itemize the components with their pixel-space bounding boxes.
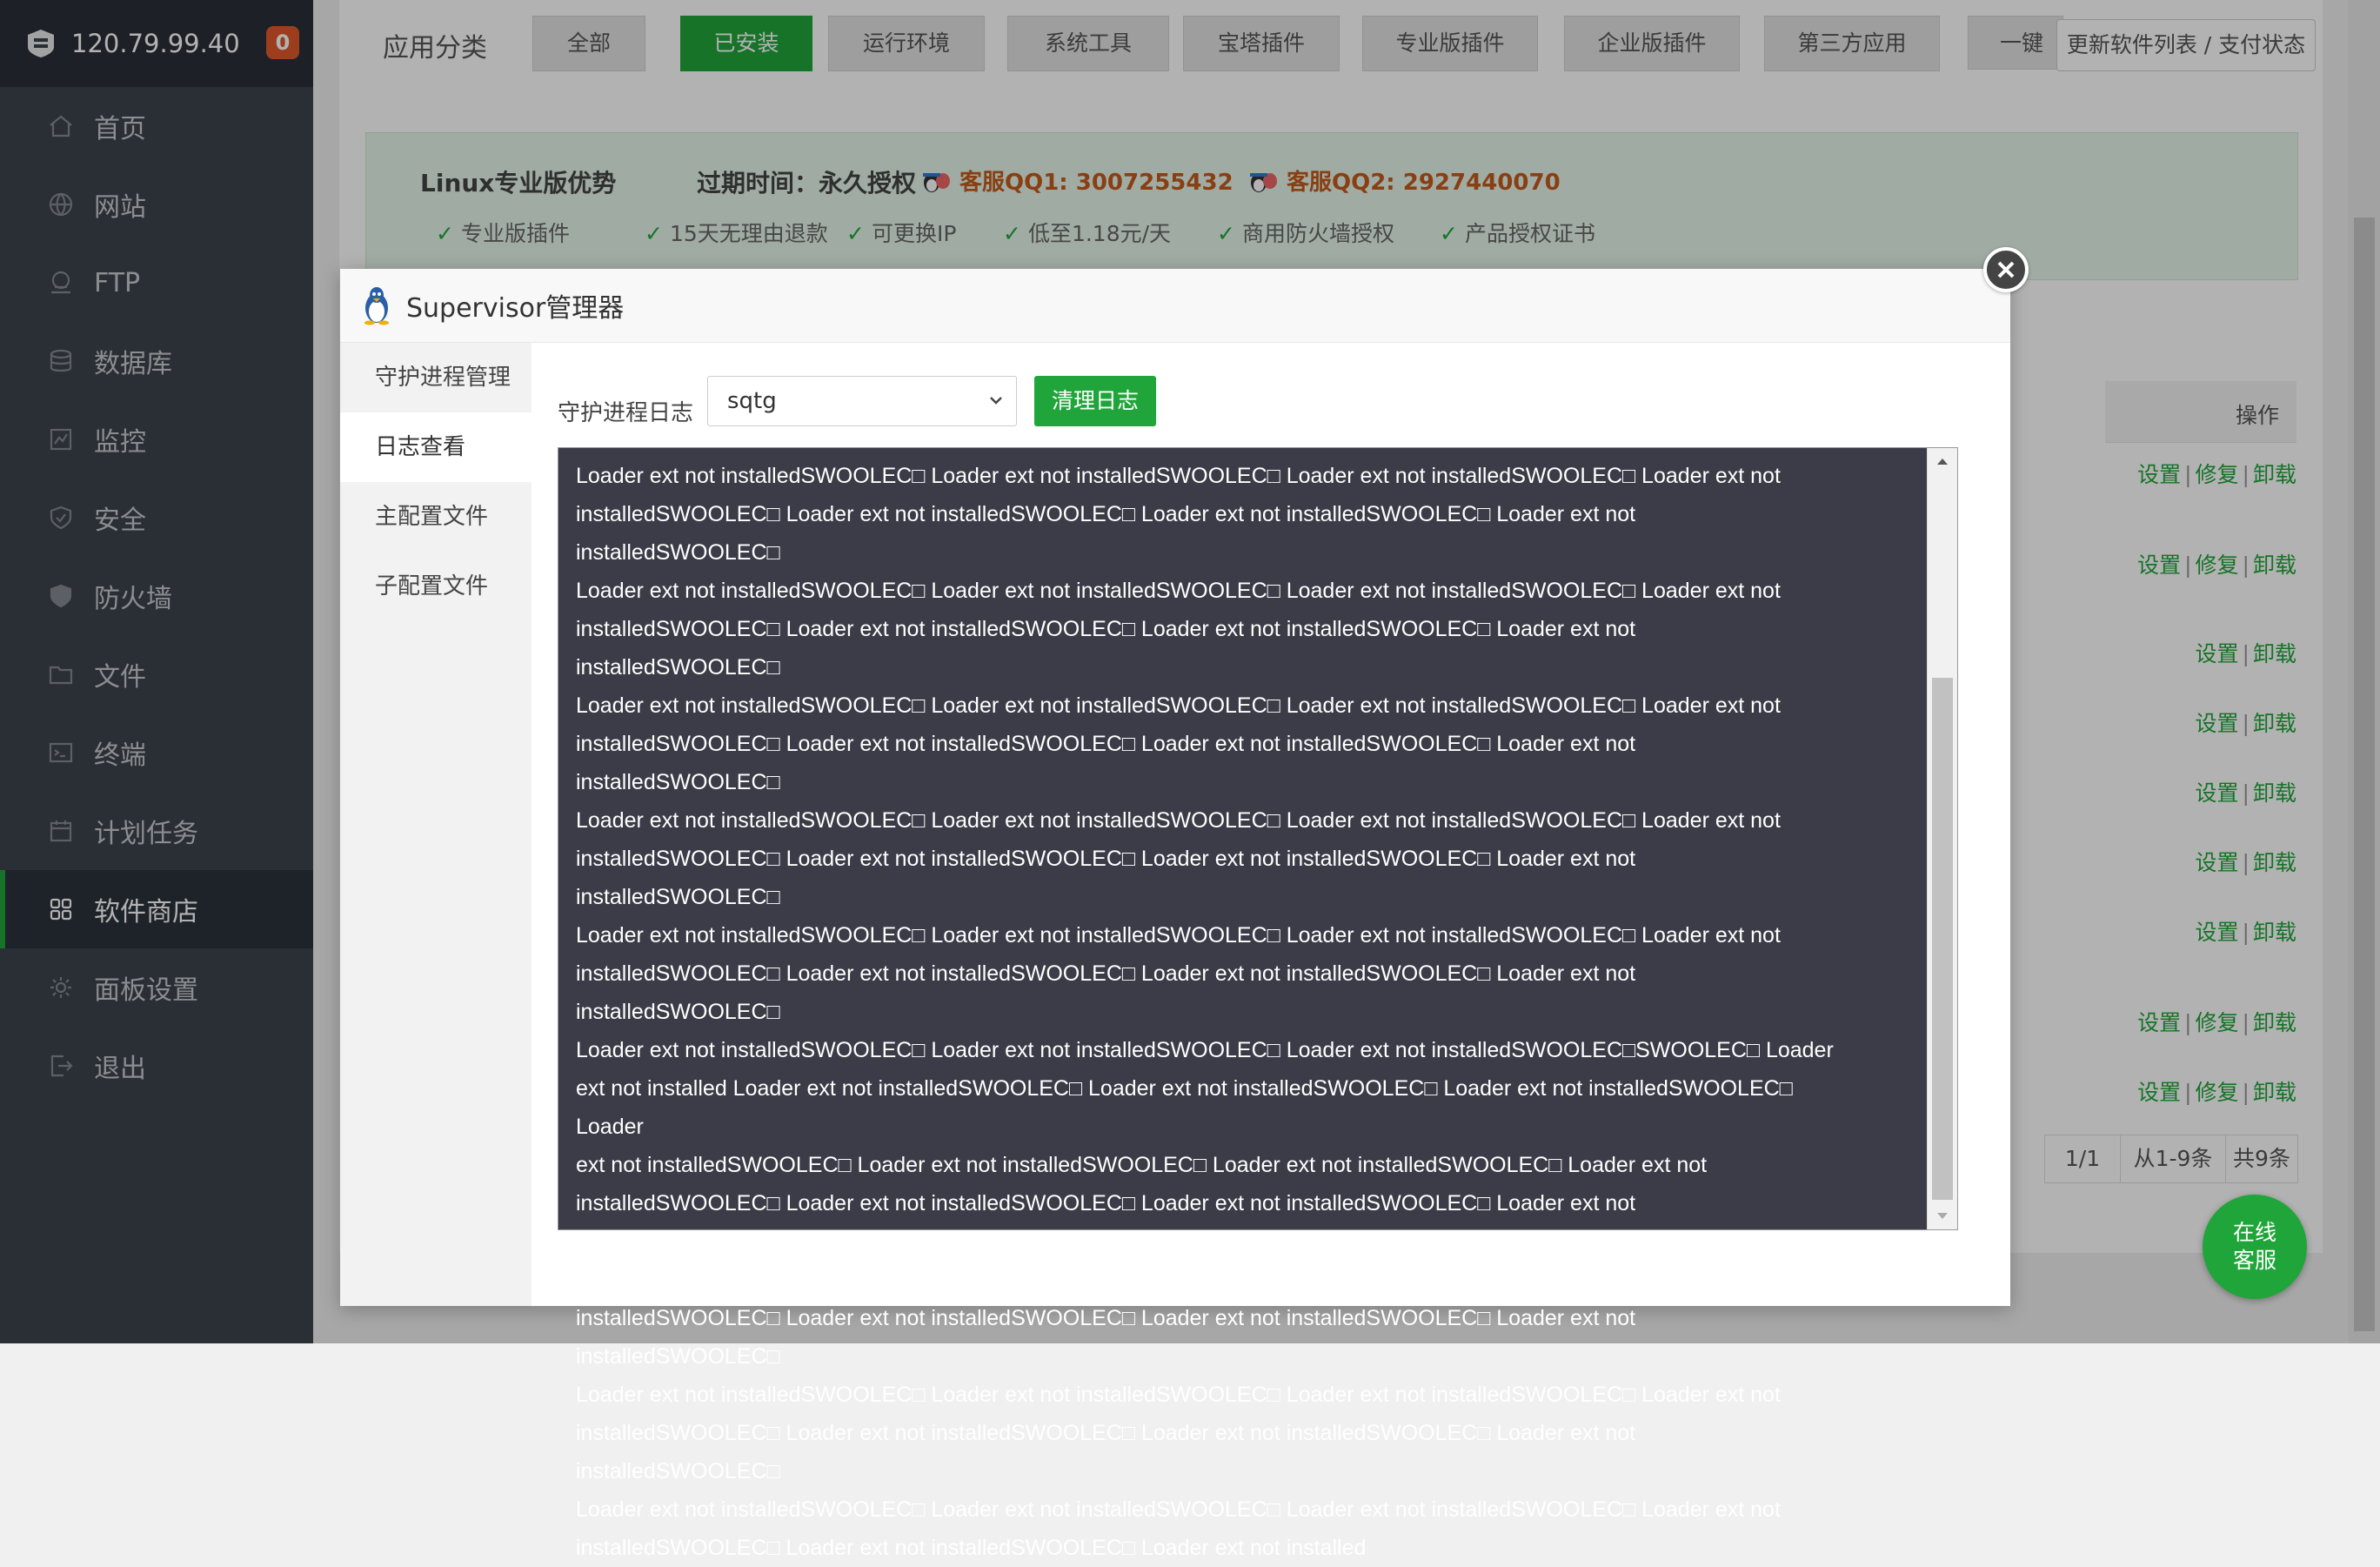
log-line: Loader ext not installedSWOOLEC□ Loader …	[576, 1383, 1781, 1407]
supervisor-dialog: Supervisor管理器 守护进程管理 日志查看 主配置文件 子配置文件 守护进程日…	[340, 269, 2010, 1560]
log-line: Loader ext not installedSWOOLEC□ Loader …	[576, 808, 1781, 833]
chevron-down-icon	[990, 397, 1002, 405]
dialog-tab-2[interactable]: 主配置文件	[340, 482, 531, 552]
log-scrollbar[interactable]	[1927, 448, 1957, 1229]
log-line: Loader ext not installedSWOOLEC□ Loader …	[576, 1268, 1781, 1292]
log-line: installedSWOOLEC□ Loader ext not install…	[576, 502, 1642, 565]
linux-tux-icon	[364, 287, 389, 325]
log-line: installedSWOOLEC□ Loader ext not install…	[576, 1421, 1642, 1483]
log-output[interactable]: Loader ext not installedSWOOLEC□ Loader …	[558, 447, 1958, 1560]
scroll-down-arrow-icon[interactable]	[1928, 1203, 1957, 1229]
log-line: Loader ext not installedSWOOLEC□ Loader …	[576, 693, 1781, 718]
log-line: installedSWOOLEC□ Loader ext not install…	[576, 1536, 1367, 1560]
log-scrollbar-thumb[interactable]	[1932, 678, 1953, 1200]
online-service-button[interactable]: 在线客服	[2203, 1195, 2307, 1299]
log-line: installedSWOOLEC□ Loader ext not install…	[576, 847, 1642, 909]
log-line: Loader ext not installedSWOOLEC□ Loader …	[576, 1497, 1781, 1522]
close-icon	[1997, 261, 2015, 278]
dialog-tabs: 守护进程管理 日志查看 主配置文件 子配置文件	[340, 343, 531, 1306]
log-line: installedSWOOLEC□ Loader ext not install…	[576, 961, 1642, 1024]
process-select[interactable]: sqtg	[707, 376, 1017, 426]
log-line: ext not installedSWOOLEC□ Loader ext not…	[576, 1153, 1708, 1177]
online-service-text: 在线客服	[2232, 1220, 2276, 1273]
process-select-value: sqtg	[727, 388, 777, 414]
close-dialog-button[interactable]	[1983, 247, 2029, 292]
log-line: installedSWOOLEC□ Loader ext not install…	[576, 1191, 1642, 1254]
log-line: installedSWOOLEC□ Loader ext not install…	[576, 732, 1642, 794]
dialog-tab-3[interactable]: 子配置文件	[340, 552, 531, 621]
dialog-title: Supervisor管理器	[406, 293, 625, 324]
dialog-tab-1[interactable]: 日志查看	[340, 412, 531, 482]
clear-log-button[interactable]: 清理日志	[1034, 376, 1156, 426]
log-line: installedSWOOLEC□ Loader ext not install…	[576, 617, 1642, 680]
log-line: ext not installed Loader ext not install…	[576, 1076, 1799, 1139]
log-line: Loader ext not installedSWOOLEC□ Loader …	[576, 464, 1781, 488]
daemon-log-label: 守护进程日志	[558, 400, 694, 426]
log-line: Loader ext not installedSWOOLEC□ Loader …	[576, 579, 1781, 603]
log-text: Loader ext not installedSWOOLEC□ Loader …	[576, 457, 1837, 1567]
log-view-pane: 守护进程日志 sqtg 清理日志 Loader ext not installe…	[531, 343, 2010, 1560]
log-line: installedSWOOLEC□ Loader ext not install…	[576, 1306, 1642, 1369]
scroll-up-arrow-icon[interactable]	[1928, 448, 1957, 474]
log-line: Loader ext not installedSWOOLEC□ Loader …	[576, 1038, 1834, 1062]
dialog-tab-0[interactable]: 守护进程管理	[340, 343, 531, 412]
log-line: Loader ext not installedSWOOLEC□ Loader …	[576, 923, 1781, 948]
dialog-header: Supervisor管理器	[340, 269, 2010, 343]
